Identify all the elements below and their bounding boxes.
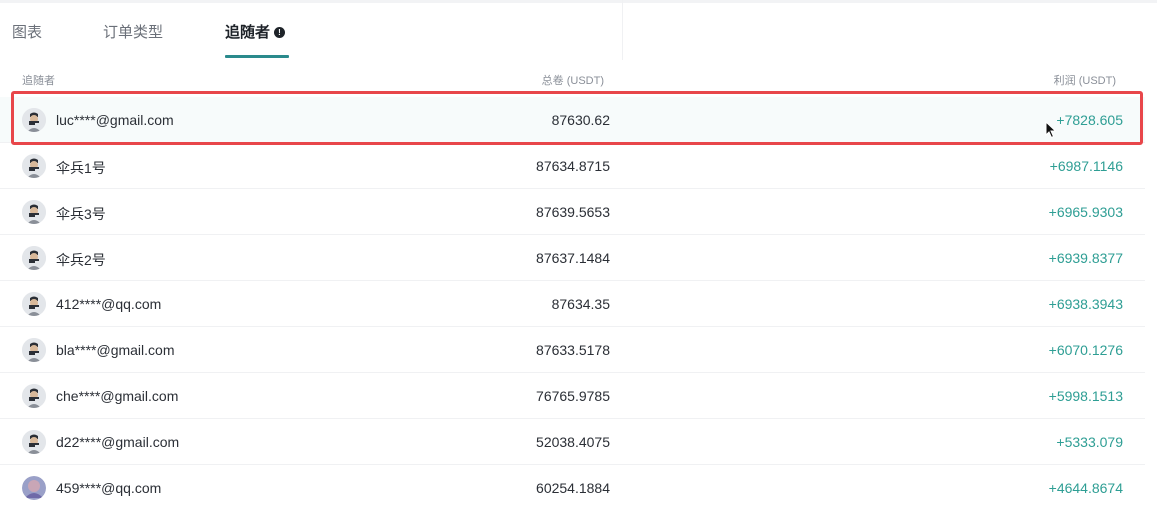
table-header: 追随者 总卷 (USDT) 利润 (USDT)	[0, 60, 1145, 90]
user-avatar-photo-icon	[22, 476, 46, 500]
table-row[interactable]: 伞兵1号 87634.8715 +6987.1146	[0, 143, 1145, 189]
follower-name: che****@gmail.com	[56, 388, 179, 404]
tab-chart-label: 图表	[12, 24, 43, 41]
follower-name: 伞兵1号	[56, 160, 106, 176]
user-avatar-icon	[22, 200, 46, 224]
follower-volume: 76765.9785	[536, 388, 610, 404]
follower-profit: +5998.1513	[1048, 388, 1123, 404]
follower-name: 伞兵3号	[56, 206, 106, 222]
table-row[interactable]: d22****@gmail.com 52038.4075 +5333.079	[0, 419, 1145, 465]
user-avatar-icon	[22, 246, 46, 270]
table-row[interactable]: 伞兵2号 87637.1484 +6939.8377	[0, 235, 1145, 281]
tab-bar: 图表 订单类型 追随者!	[12, 0, 295, 58]
tab-followers-label: 追随者	[225, 24, 271, 41]
user-avatar-icon	[22, 430, 46, 454]
table-row[interactable]: bla****@gmail.com 87633.5178 +6070.1276	[0, 327, 1145, 373]
active-tab-underline	[225, 55, 289, 58]
user-avatar-icon	[22, 108, 46, 132]
tab-order-type[interactable]: 订单类型	[103, 0, 225, 58]
user-avatar-icon	[22, 384, 46, 408]
follower-profit: +7828.605	[1056, 112, 1123, 128]
follower-profit: +6938.3943	[1048, 296, 1123, 312]
follower-profit: +4644.8674	[1048, 480, 1123, 496]
follower-volume: 52038.4075	[536, 434, 610, 450]
follower-profit: +5333.079	[1056, 434, 1123, 450]
follower-name: 伞兵2号	[56, 252, 106, 268]
table-row[interactable]: luc****@gmail.com 87630.62 +7828.605	[0, 97, 1145, 143]
follower-volume: 87634.35	[551, 296, 610, 312]
info-icon[interactable]: !	[274, 27, 286, 38]
user-avatar-icon	[22, 292, 46, 316]
header-profit: 利润 (USDT)	[1053, 75, 1116, 87]
tab-followers[interactable]: 追随者!	[225, 0, 295, 58]
user-avatar-icon	[22, 154, 46, 178]
panel-separator	[622, 0, 623, 60]
follower-name: d22****@gmail.com	[56, 434, 180, 450]
table-row[interactable]: 459****@qq.com 60254.1884 +4644.8674	[0, 465, 1145, 507]
header-follower: 追随者	[22, 75, 55, 87]
followers-table: luc****@gmail.com 87630.62 +7828.605 伞兵1号 87…	[0, 97, 1145, 507]
follower-name: luc****@gmail.com	[56, 112, 174, 128]
tab-order-type-label: 订单类型	[103, 24, 164, 41]
follower-name: 412****@qq.com	[56, 296, 162, 312]
follower-volume: 87634.8715	[536, 158, 610, 174]
follower-profit: +6965.9303	[1048, 204, 1123, 220]
follower-volume: 87637.1484	[536, 250, 610, 266]
follower-volume: 87639.5653	[536, 204, 610, 220]
mouse-cursor-icon	[1045, 121, 1057, 139]
follower-profit: +6987.1146	[1049, 158, 1123, 174]
follower-volume: 87630.62	[551, 112, 610, 128]
follower-profit: +6939.8377	[1048, 250, 1123, 266]
follower-name: bla****@gmail.com	[56, 342, 175, 358]
follower-name: 459****@qq.com	[56, 480, 162, 496]
user-avatar-icon	[22, 338, 46, 362]
table-row[interactable]: 伞兵3号 87639.5653 +6965.9303	[0, 189, 1145, 235]
follower-volume: 87633.5178	[536, 342, 610, 358]
follower-profit: +6070.1276	[1048, 342, 1123, 358]
follower-volume: 60254.1884	[536, 480, 610, 496]
header-volume: 总卷 (USDT)	[541, 75, 604, 87]
tab-chart[interactable]: 图表	[12, 0, 103, 58]
table-row[interactable]: 412****@qq.com 87634.35 +6938.3943	[0, 281, 1145, 327]
table-row[interactable]: che****@gmail.com 76765.9785 +5998.1513	[0, 373, 1145, 419]
